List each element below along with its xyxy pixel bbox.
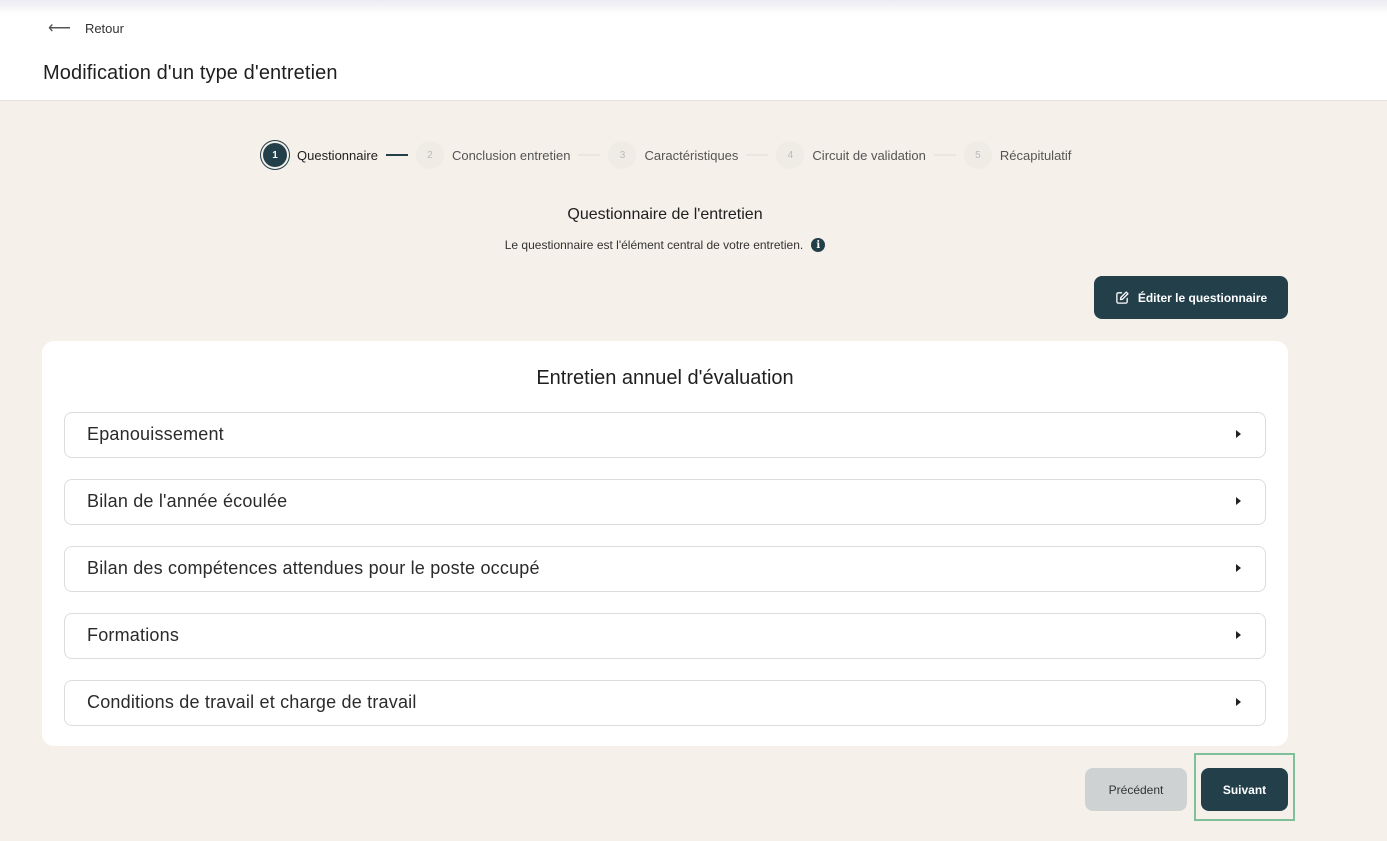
accordion-epanouissement[interactable]: Epanouissement xyxy=(64,412,1266,458)
step-label: Récapitulatif xyxy=(999,147,1072,163)
step-questionnaire[interactable]: 1 Questionnaire xyxy=(261,141,378,169)
back-label: Retour xyxy=(84,20,124,36)
info-icon[interactable]: i xyxy=(811,238,826,252)
header-shadow xyxy=(0,0,1387,14)
step-connector xyxy=(385,154,408,156)
edit-icon xyxy=(1116,291,1129,304)
top-header: ⟵ Retour Modification d'un type d'entret… xyxy=(0,0,1387,101)
caret-right-icon xyxy=(1236,631,1241,639)
step-connector xyxy=(578,154,601,156)
caret-right-icon xyxy=(1236,564,1241,572)
previous-button[interactable]: Précédent xyxy=(1085,768,1187,811)
caret-right-icon xyxy=(1236,497,1241,505)
step-number: 1 xyxy=(263,143,287,167)
step-connector xyxy=(746,154,769,156)
step-number: 5 xyxy=(963,141,992,169)
accordion-label: Formations xyxy=(87,625,180,645)
accordion-bilan-annee[interactable]: Bilan de l'année écoulée xyxy=(64,479,1266,525)
step-connector xyxy=(933,154,956,156)
accordion-label: Epanouissement xyxy=(87,424,224,444)
questionnaire-card: Entretien annuel d'évaluation Epanouisse… xyxy=(42,341,1288,746)
step-recapitulatif[interactable]: 5 Récapitulatif xyxy=(963,141,1072,169)
caret-right-icon xyxy=(1236,698,1241,706)
questionnaire-title: Entretien annuel d'évaluation xyxy=(536,367,794,389)
step-label: Questionnaire xyxy=(297,147,378,163)
step-label: Caractéristiques xyxy=(644,147,739,163)
step-label: Conclusion entretien xyxy=(451,147,571,163)
step-circuit-de-validation[interactable]: 4 Circuit de validation xyxy=(776,141,926,169)
section-title: Questionnaire de l'entretien xyxy=(567,206,763,223)
step-label: Circuit de validation xyxy=(812,147,926,163)
caret-right-icon xyxy=(1236,430,1241,438)
section-subtitle: Le questionnaire est l'élément central d… xyxy=(504,238,804,252)
back-link[interactable]: ⟵ Retour xyxy=(48,18,124,38)
step-number: 4 xyxy=(776,141,805,169)
accordion-label: Bilan des compétences attendues pour le … xyxy=(87,558,540,578)
accordion-label: Conditions de travail et charge de trava… xyxy=(87,692,417,712)
accordion-conditions-travail[interactable]: Conditions de travail et charge de trava… xyxy=(64,680,1266,726)
page-title: Modification d'un type d'entretien xyxy=(43,62,338,84)
step-caracteristiques[interactable]: 3 Caractéristiques xyxy=(608,141,738,169)
accordion-formations[interactable]: Formations xyxy=(64,613,1266,659)
step-number: 3 xyxy=(608,141,637,169)
step-number: 2 xyxy=(415,141,444,169)
accordion-label: Bilan de l'année écoulée xyxy=(87,491,288,511)
section-subtitle-row: Le questionnaire est l'élément central d… xyxy=(0,238,1330,252)
edit-questionnaire-button[interactable]: Éditer le questionnaire xyxy=(1094,276,1288,319)
arrow-left-icon: ⟵ xyxy=(48,20,71,37)
stepper: 1 Questionnaire 2 Conclusion entretien 3… xyxy=(261,141,1071,169)
step-conclusion-entretien[interactable]: 2 Conclusion entretien xyxy=(415,141,571,169)
accordion-bilan-competences[interactable]: Bilan des compétences attendues pour le … xyxy=(64,546,1266,592)
next-button[interactable]: Suivant xyxy=(1201,768,1288,811)
edit-questionnaire-label: Éditer le questionnaire xyxy=(1137,290,1268,305)
